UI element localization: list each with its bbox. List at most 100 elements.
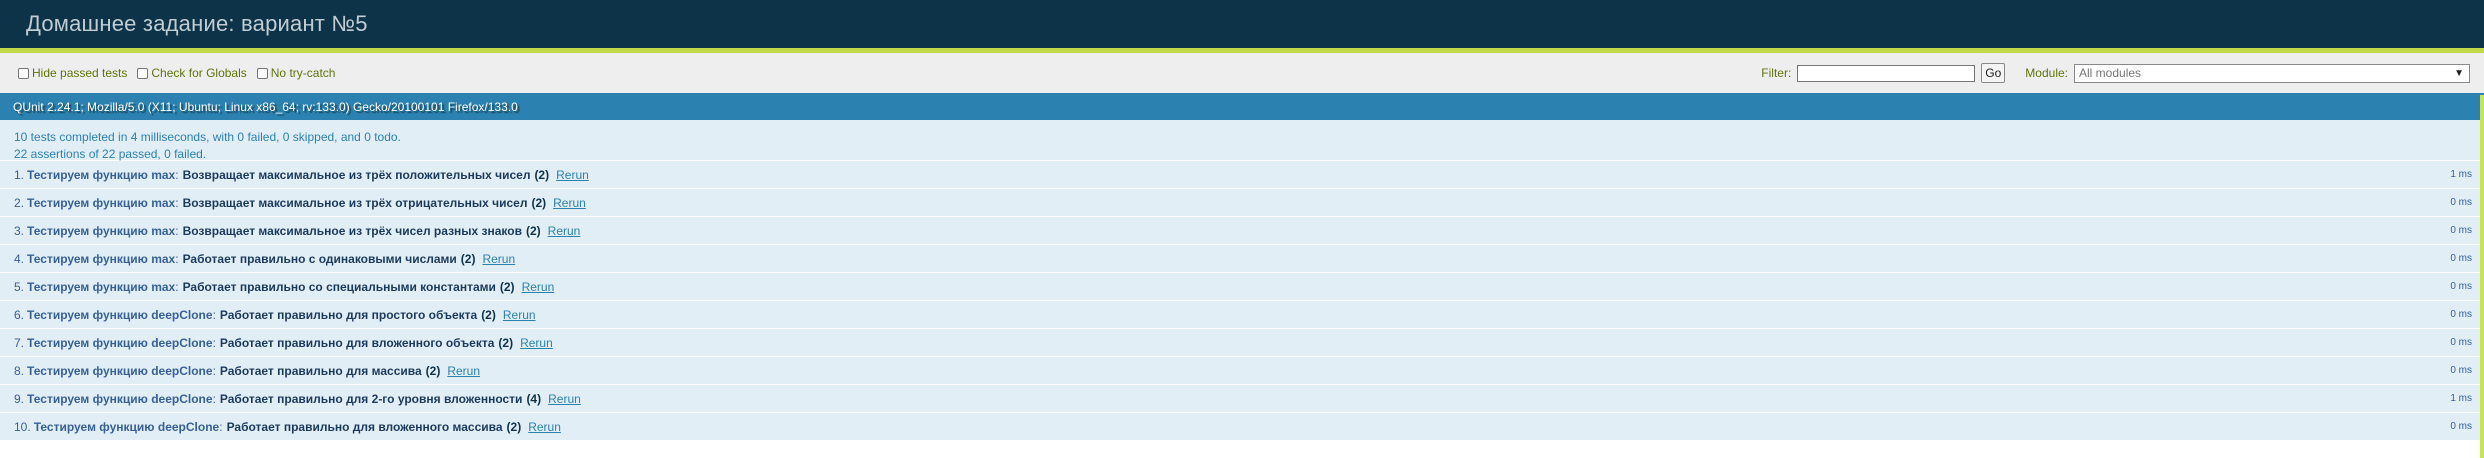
module-separator: :: [175, 195, 179, 210]
rerun-link[interactable]: Rerun: [548, 224, 581, 238]
module-separator: :: [175, 223, 179, 238]
test-number: 7.: [14, 335, 25, 350]
toolbar-options: Hide passed tests Check for Globals No t…: [18, 66, 1761, 80]
test-name: Работает правильно с одинаковыми числами: [182, 251, 457, 266]
module-select[interactable]: All modules ▼: [2074, 63, 2470, 83]
test-name: Работает правильно для простого объекта: [219, 307, 478, 322]
no-try-catch-label: No try-catch: [270, 66, 336, 80]
test-duration: 0 ms: [2450, 309, 2472, 320]
check-globals-label: Check for Globals: [151, 66, 247, 80]
test-duration: 0 ms: [2450, 253, 2472, 264]
module-separator: :: [212, 391, 216, 406]
test-number: 4.: [14, 251, 25, 266]
test-name: Возвращает максимальное из трёх отрицате…: [182, 195, 528, 210]
module-separator: :: [175, 279, 179, 294]
test-duration: 0 ms: [2450, 281, 2472, 292]
test-module-name: Тестируем функцию max: [27, 223, 176, 238]
test-row[interactable]: 1. Тестируем функцию max: Возвращает макси…: [0, 161, 2484, 189]
hide-passed-option[interactable]: Hide passed tests: [18, 66, 127, 80]
test-module-name: Тестируем функцию deepClone: [27, 391, 213, 406]
test-name: Работает правильно для 2-го уровня вложе…: [219, 391, 523, 406]
no-try-catch-checkbox[interactable]: [256, 67, 268, 79]
test-name: Работает правильно для вложенного объект…: [219, 335, 495, 350]
filter-input[interactable]: [1797, 64, 1976, 82]
assertion-count: (2): [425, 363, 441, 378]
hide-passed-checkbox[interactable]: [18, 67, 29, 79]
test-number: 1.: [14, 167, 25, 182]
check-globals-checkbox[interactable]: [137, 67, 149, 79]
assertion-count: (2): [481, 307, 496, 322]
test-results-summary: 10 tests completed in 4 milliseconds, wi…: [0, 120, 2484, 161]
test-duration: 1 ms: [2450, 393, 2472, 404]
test-duration: 0 ms: [2450, 225, 2472, 236]
rerun-link[interactable]: Rerun: [503, 308, 536, 322]
no-try-catch-option[interactable]: No try-catch: [256, 66, 336, 80]
rerun-link[interactable]: Rerun: [447, 364, 480, 378]
test-name: Возвращает максимальное из трёх чисел ра…: [182, 223, 522, 238]
test-number: 10.: [14, 419, 31, 434]
rerun-link[interactable]: Rerun: [482, 252, 515, 266]
check-globals-option[interactable]: Check for Globals: [137, 66, 247, 80]
page-header: Домашнее задание: вариант №5: [0, 0, 2484, 53]
test-module-name: Тестируем функцию deepClone: [27, 363, 213, 378]
test-number: 6.: [14, 307, 25, 322]
qunit-toolbar: Hide passed tests Check for Globals No t…: [0, 53, 2484, 93]
test-number: 3.: [14, 223, 25, 238]
test-row[interactable]: 8. Тестируем функцию deepClone: Работает п…: [0, 357, 2484, 385]
test-name: Работает правильно для массива: [219, 363, 422, 378]
page-title: Домашнее задание: вариант №5: [26, 11, 368, 36]
rerun-link[interactable]: Rerun: [528, 420, 561, 434]
module-separator: :: [219, 419, 223, 434]
test-row[interactable]: 5. Тестируем функцию max: Работает правиль…: [0, 273, 2484, 301]
rerun-link[interactable]: Rerun: [556, 168, 589, 182]
filter-label: Filter:: [1761, 66, 1792, 80]
test-name: Работает правильно со специальными конст…: [182, 279, 496, 294]
test-module-name: Тестируем функцию max: [27, 251, 176, 266]
test-duration: 0 ms: [2450, 197, 2472, 208]
dropdown-arrow-icon: ▼: [2454, 67, 2464, 79]
test-duration: 0 ms: [2450, 365, 2472, 376]
test-module-name: Тестируем функцию deepClone: [27, 335, 213, 350]
user-agent-banner: QUnit 2.24.1; Mozilla/5.0 (X11; Ubuntu; …: [0, 93, 2484, 120]
rerun-link[interactable]: Rerun: [520, 336, 553, 350]
assertion-count: (2): [534, 167, 550, 182]
test-number: 2.: [14, 195, 25, 210]
rerun-link[interactable]: Rerun: [522, 280, 555, 294]
rerun-link[interactable]: Rerun: [553, 196, 586, 210]
hide-passed-label: Hide passed tests: [32, 66, 128, 80]
module-select-value: All modules: [2079, 66, 2142, 80]
assertion-count: (2): [506, 419, 522, 434]
qunit-runner: Домашнее задание: вариант №5 Hide passed…: [0, 0, 2484, 458]
test-name: Работает правильно для вложенного массив…: [226, 419, 503, 434]
test-row[interactable]: 9. Тестируем функцию deepClone: Работает п…: [0, 385, 2484, 413]
assertion-count: (2): [460, 251, 476, 266]
toolbar-filters: Filter: Go Module: All modules ▼: [1761, 63, 2470, 83]
test-module-name: Тестируем функцию max: [27, 167, 176, 182]
module-label: Module:: [2025, 66, 2068, 80]
pass-status-strip: [2480, 95, 2484, 458]
module-separator: :: [175, 167, 179, 182]
test-list: 1. Тестируем функцию max: Возвращает макси…: [0, 161, 2484, 441]
assertion-count: (2): [498, 335, 514, 350]
test-row[interactable]: 2. Тестируем функцию max: Возвращает макси…: [0, 189, 2484, 217]
module-separator: :: [175, 251, 179, 266]
test-row[interactable]: 6. Тестируем функцию deepClone: Работает п…: [0, 301, 2484, 329]
module-separator: :: [212, 363, 216, 378]
test-row[interactable]: 3. Тестируем функцию max: Возвращает макси…: [0, 217, 2484, 245]
test-number: 9.: [14, 391, 25, 406]
test-duration: 0 ms: [2450, 421, 2472, 432]
test-module-name: Тестируем функцию deepClone: [27, 307, 213, 322]
assertion-count: (2): [499, 279, 515, 294]
module-separator: :: [212, 307, 216, 322]
rerun-link[interactable]: Rerun: [548, 392, 581, 406]
test-duration: 1 ms: [2450, 169, 2472, 180]
test-name: Возвращает максимальное из трёх положите…: [182, 167, 531, 182]
test-module-name: Тестируем функцию deepClone: [33, 419, 220, 434]
test-row[interactable]: 10. Тестируем функцию deepClone: Работает …: [0, 413, 2484, 441]
results-summary-line: 10 tests completed in 4 milliseconds, wi…: [14, 130, 401, 144]
module-separator: :: [212, 335, 216, 350]
go-button[interactable]: Go: [1981, 63, 2006, 83]
test-row[interactable]: 7. Тестируем функцию deepClone: Работает п…: [0, 329, 2484, 357]
test-row[interactable]: 4. Тестируем функцию max: Работает правиль…: [0, 245, 2484, 273]
test-module-name: Тестируем функцию max: [27, 195, 176, 210]
